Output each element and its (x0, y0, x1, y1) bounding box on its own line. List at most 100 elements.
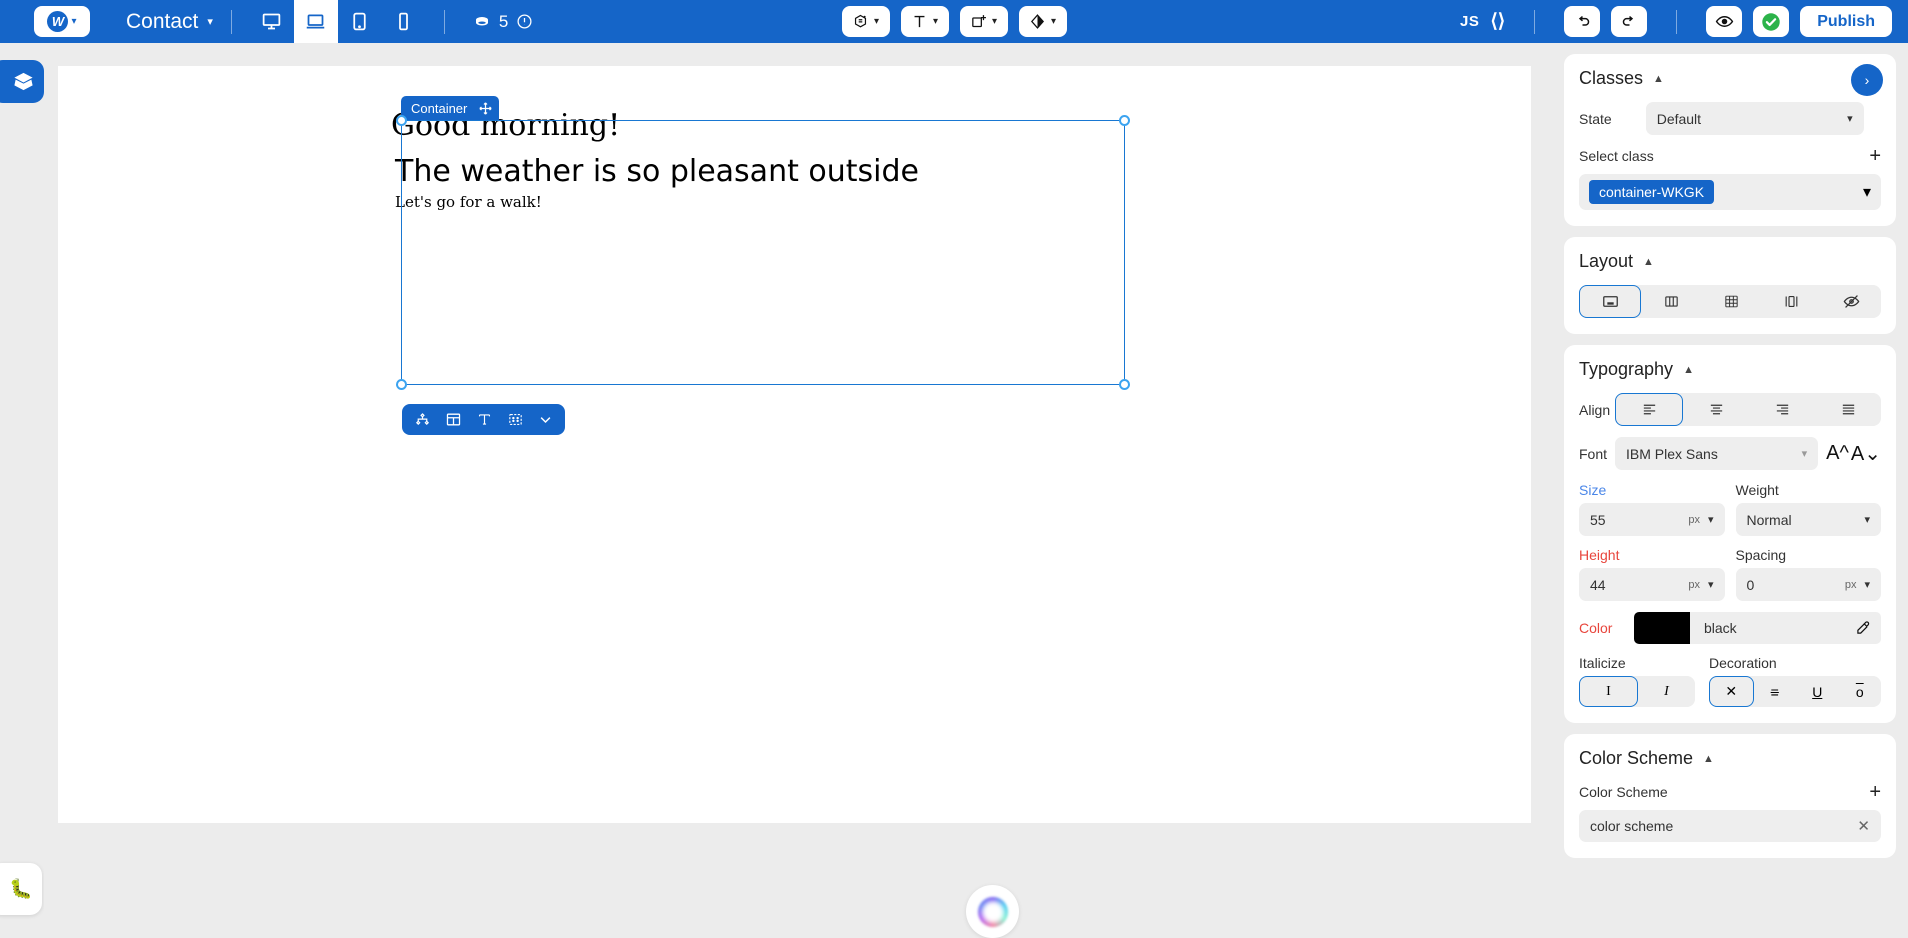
color-value-input[interactable]: black (1690, 612, 1881, 644)
classes-card-header[interactable]: Classes ▲ (1579, 68, 1881, 89)
font-style-italic-button[interactable]: I (1638, 676, 1695, 707)
align-left-button[interactable] (1615, 393, 1683, 426)
undo-arrow-icon (1578, 15, 1589, 26)
device-desktop-button[interactable] (250, 0, 294, 43)
publish-button[interactable]: Publish (1800, 6, 1892, 37)
device-tablet-button[interactable] (338, 0, 382, 43)
selection-label-tag[interactable]: Container (401, 96, 500, 120)
chevron-up-icon: ▲ (1653, 72, 1664, 85)
letter-spacing-unit: px (1844, 578, 1857, 591)
letter-spacing-value: 0 (1746, 576, 1755, 593)
classes-next-button[interactable]: › (1851, 64, 1883, 96)
color-scheme-select[interactable]: color scheme ✕ (1579, 810, 1881, 842)
color-scheme-title: Color Scheme (1579, 748, 1694, 768)
align-right-button[interactable] (1749, 393, 1815, 426)
project-name-label: Contact (126, 9, 199, 33)
project-name-dropdown[interactable]: Contact ▾ (126, 10, 213, 34)
device-mobile-button[interactable] (382, 0, 426, 43)
eyedropper-icon (1857, 620, 1870, 634)
bug-icon: 🐛 (9, 879, 33, 900)
decoration-linethrough-button[interactable]: ≡ (1754, 676, 1797, 707)
font-size-decrease-icon[interactable]: A⌄ (1851, 441, 1881, 466)
ai-assistant-orb[interactable] (966, 885, 1019, 938)
chevron-down-icon: ▾ (1864, 579, 1870, 591)
layout-card-header[interactable]: Layout ▲ (1579, 251, 1881, 272)
alert-circle-icon (517, 14, 532, 29)
chevron-up-icon: ▲ (1683, 363, 1694, 376)
color-scheme-card-header[interactable]: Color Scheme ▲ (1579, 748, 1881, 769)
resize-handle-top-left[interactable] (396, 115, 407, 126)
add-element-tool[interactable]: ▾ (959, 6, 1008, 37)
app-logo-icon: W (47, 11, 69, 32)
state-row: State Default ▾ (1579, 102, 1881, 135)
add-color-scheme-button[interactable]: + (1869, 782, 1881, 802)
decoration-overline-glyph: o (1855, 683, 1864, 700)
decoration-none-button[interactable]: ✕ (1709, 676, 1754, 707)
preview-button[interactable] (1706, 6, 1743, 37)
top-right-actions: JS ⟨⟩ Publish (1460, 0, 1892, 43)
cms-count: 5 (498, 11, 509, 31)
green-check-icon (1762, 12, 1780, 31)
decoration-underline-button[interactable]: U (1796, 676, 1839, 707)
color-swatch[interactable] (1634, 612, 1690, 644)
code-brackets-icon[interactable]: ⟨⟩ (1490, 10, 1505, 33)
state-select[interactable]: Default ▾ (1645, 102, 1864, 135)
paint-palette-tool[interactable]: ▾ (841, 6, 890, 37)
top-toolbar: W ▾ Contact ▾ 5 ▾ ▾ ▾ ▾ JS ⟨⟩ Publish (0, 0, 1908, 43)
class-chip[interactable]: container-WKGK (1589, 180, 1715, 204)
line-height-unit: px (1688, 578, 1700, 591)
chevron-down-icon: ▾ (1864, 514, 1870, 526)
js-toggle-button[interactable]: JS (1460, 13, 1479, 30)
redo-button[interactable] (1611, 6, 1648, 37)
text-color-row: Color black (1579, 612, 1881, 644)
layout-option-block[interactable] (1579, 285, 1641, 318)
text-T-icon[interactable] (476, 411, 493, 428)
layout-card: Layout ▲ (1564, 237, 1896, 334)
font-style-normal-button[interactable]: I (1579, 676, 1638, 707)
resize-handle-top-right[interactable] (1119, 115, 1130, 126)
element-context-toolbar[interactable] (402, 404, 565, 435)
align-row: Align (1579, 393, 1881, 426)
font-size-input[interactable]: 55 px ▾ (1579, 503, 1725, 536)
font-size-increase-icon[interactable]: A^ (1826, 442, 1849, 465)
clear-color-scheme-icon[interactable]: ✕ (1857, 817, 1870, 835)
divider (1534, 9, 1536, 34)
text-tool[interactable]: ▾ (900, 6, 949, 37)
layout-option-none[interactable] (1821, 285, 1881, 318)
color-value: black (1704, 620, 1737, 636)
node-tree-icon[interactable] (414, 411, 431, 428)
layout-option-flex[interactable] (1641, 285, 1701, 318)
letter-spacing-input[interactable]: 0 px ▾ (1735, 568, 1881, 601)
app-logo-button[interactable]: W ▾ (34, 6, 90, 37)
device-laptop-button[interactable] (293, 0, 338, 43)
cms-collections-indicator[interactable]: 5 (473, 12, 533, 32)
align-label: Align (1579, 401, 1611, 418)
align-justify-button[interactable] (1815, 393, 1881, 426)
font-family-select[interactable]: IBM Plex Sans ▾ (1615, 437, 1819, 470)
resize-handle-bottom-left[interactable] (396, 379, 407, 390)
padding-box-icon[interactable] (507, 411, 524, 428)
layout-option-grid[interactable] (1701, 285, 1761, 318)
line-height-input[interactable]: 44 px ▾ (1579, 568, 1725, 601)
typography-card-header[interactable]: Typography ▲ (1579, 359, 1881, 380)
align-center-button[interactable] (1683, 393, 1749, 426)
left-rail: 🐛 (0, 43, 44, 923)
selected-container-outline[interactable]: Container (396, 96, 1130, 435)
class-select[interactable]: container-WKGK ▾ (1579, 174, 1881, 210)
undo-button[interactable] (1564, 6, 1601, 37)
page-preview[interactable]: Good morning! The weather is so pleasant… (58, 66, 1531, 823)
debug-button[interactable]: 🐛 (0, 863, 42, 915)
layout-option-columns[interactable] (1761, 285, 1821, 318)
classes-title: Classes (1579, 68, 1644, 88)
layers-panel-button[interactable] (0, 60, 44, 103)
save-status-button[interactable] (1753, 6, 1790, 37)
select-class-label: Select class (1579, 148, 1654, 164)
chevron-down-icon[interactable] (538, 412, 553, 427)
theme-contrast-tool[interactable]: ▾ (1018, 6, 1067, 37)
add-class-button[interactable]: + (1869, 146, 1881, 166)
decoration-overline-button[interactable]: o (1839, 676, 1882, 707)
color-scheme-field-label: Color Scheme (1579, 784, 1668, 800)
resize-handle-bottom-right[interactable] (1119, 379, 1130, 390)
font-weight-select[interactable]: Normal ▾ (1735, 503, 1881, 536)
layout-columns-icon[interactable] (445, 411, 462, 428)
